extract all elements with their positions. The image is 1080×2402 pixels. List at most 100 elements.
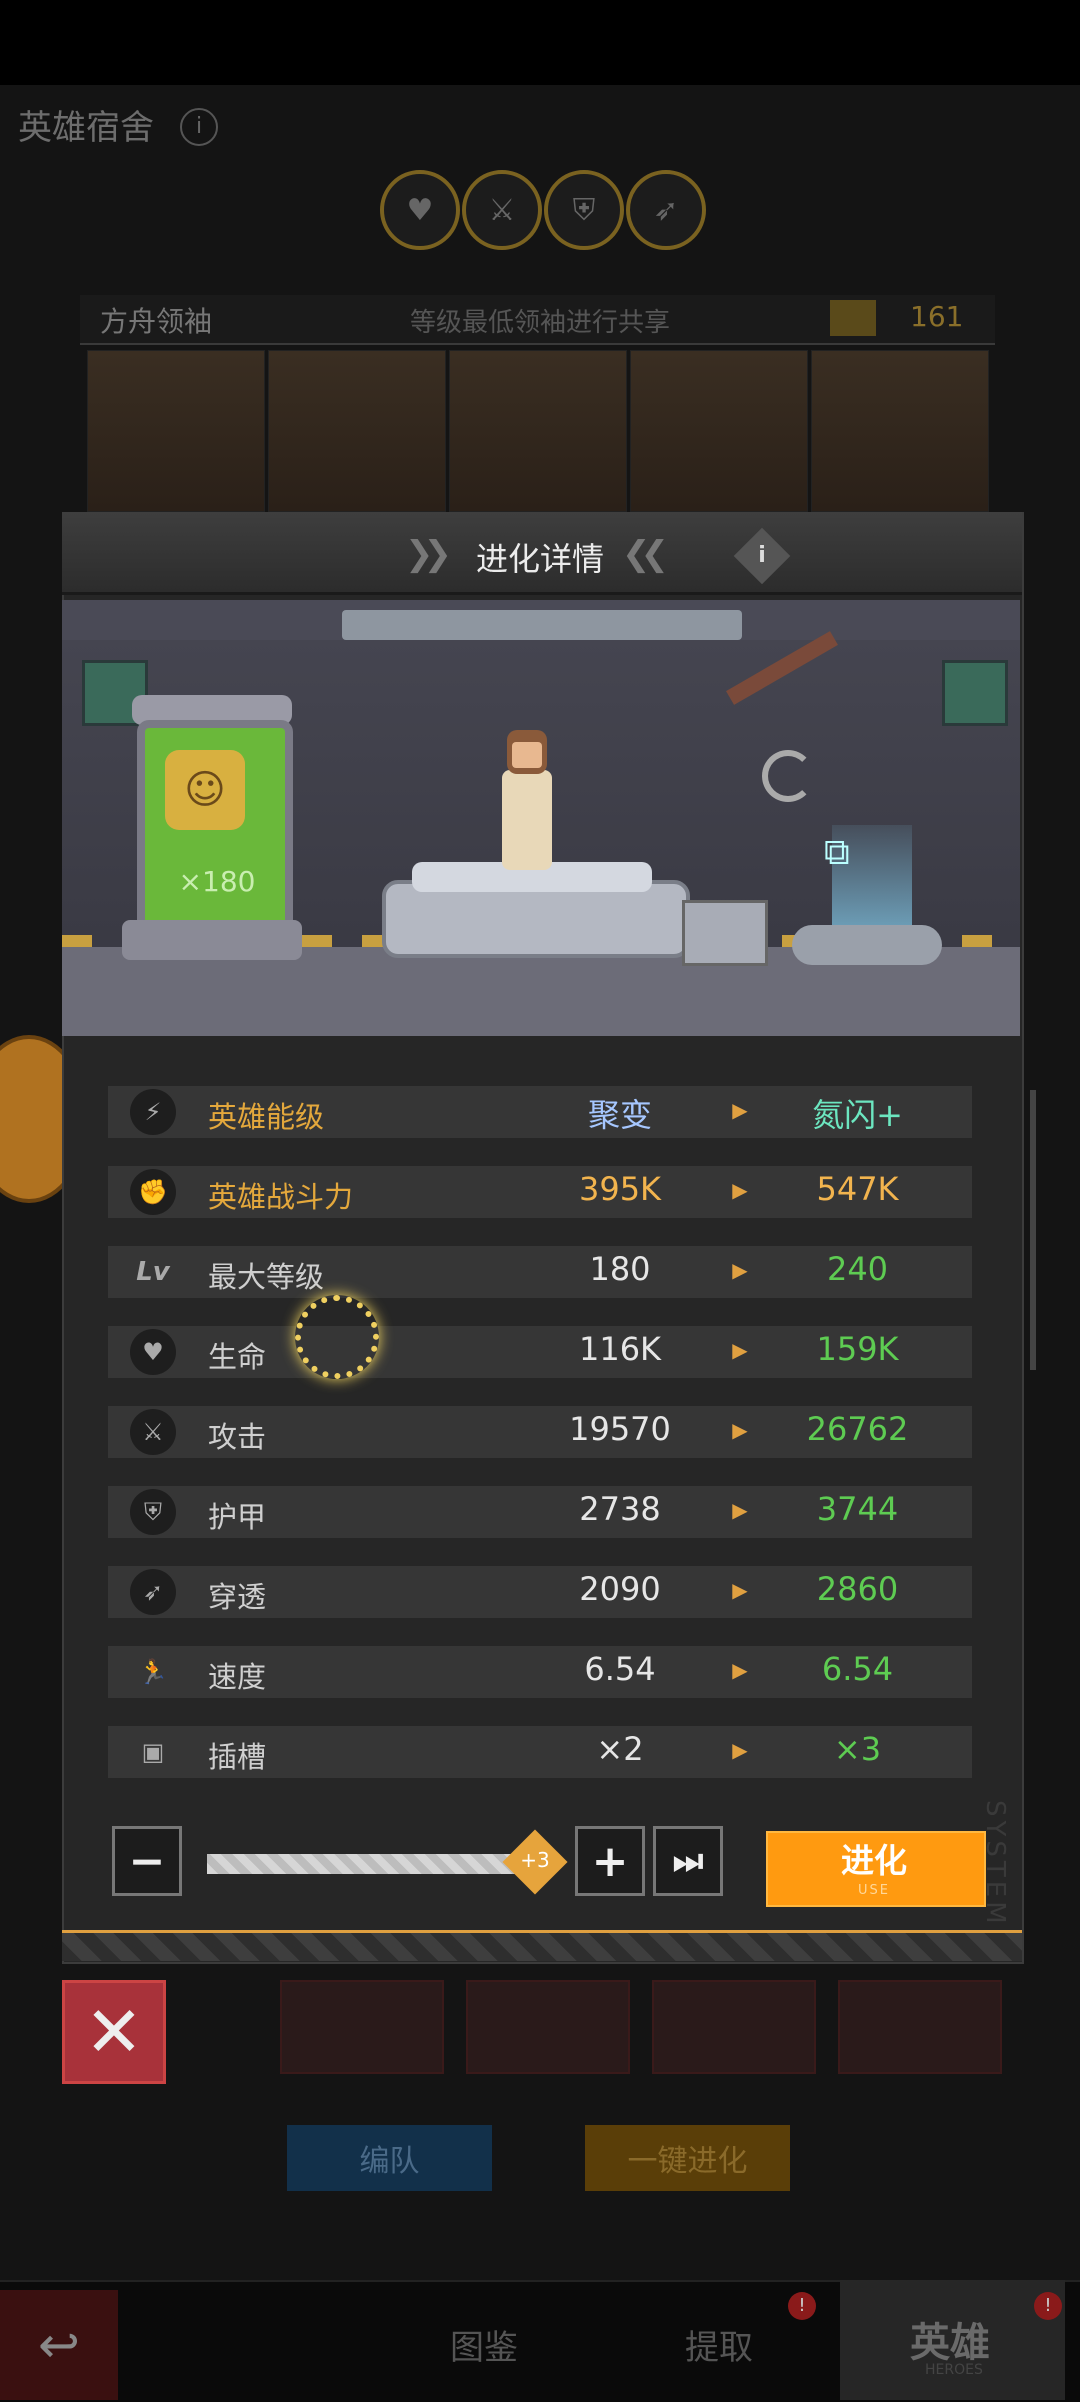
shield-icon: ⛨ (130, 1489, 176, 1535)
stat-next: 547K (816, 1170, 899, 1208)
chip-icon: ▣ (141, 1738, 165, 1766)
stat-next: 氮闪+ (812, 1096, 903, 1134)
stat-next: 3744 (816, 1490, 899, 1528)
shield-icon[interactable]: ⛨ (544, 170, 624, 250)
leader-hero-card[interactable] (449, 350, 627, 512)
nav-heroes-label: 英雄 (910, 2320, 990, 2366)
stat-label: 英雄战斗力 (208, 1180, 354, 1214)
stat-current: 116K (578, 1330, 662, 1368)
arrow-right-icon: ▶ (732, 1418, 748, 1442)
stat-current: 聚变 (587, 1096, 652, 1134)
level-icon: Lv (136, 1257, 170, 1287)
leader-description: 等级最低领袖进行共享 (410, 308, 671, 338)
sparkle-effect (295, 1295, 379, 1379)
evolve-button-label: 进化 (841, 1841, 907, 1880)
stat-label: 英雄能级 (208, 1100, 325, 1134)
increase-button[interactable]: + (575, 1826, 645, 1896)
modal-title: 进化详情 (475, 540, 604, 578)
nav-heroes-badge: ! (1034, 2292, 1062, 2320)
leader-hero-card[interactable] (268, 350, 446, 512)
arrow-right-icon: ▶ (732, 1738, 748, 1762)
arrow-right-icon: ▶ (732, 1338, 748, 1362)
stat-label: 最大等级 (208, 1260, 325, 1294)
stat-current: 19570 (569, 1410, 671, 1448)
hero-slot[interactable] (280, 1980, 444, 2074)
heart-icon: ♥ (130, 1329, 176, 1375)
max-button[interactable]: ⏭ (653, 1826, 723, 1896)
lightning-icon: ⚡ (130, 1089, 176, 1135)
stat-next: 26762 (806, 1410, 909, 1448)
status-bar (0, 0, 1080, 85)
leader-level-value: 161 (910, 300, 964, 333)
nav-heroes-sublabel: HEROES (925, 2362, 983, 2378)
nav-codex[interactable]: 图鉴 (450, 2320, 518, 2369)
arrow-right-icon: ▶ (732, 1498, 748, 1522)
stat-current: 180 (589, 1250, 651, 1288)
run-icon: 🏃 (138, 1658, 168, 1686)
leader-level-icon (830, 300, 876, 336)
evolution-scene: ☺ ×180 ⧉ (62, 600, 1020, 1036)
modal-info-icon[interactable]: i (733, 527, 791, 585)
chevron-left-icon: ❮❮ (622, 534, 669, 574)
arrow-right-icon: ▶ (732, 1578, 748, 1602)
stat-label: 速度 (208, 1660, 267, 1694)
hologram-base (792, 925, 942, 965)
team-button[interactable]: 编队 (287, 2125, 492, 2191)
nav-extract[interactable]: 提取 (685, 2320, 753, 2369)
hero-slot[interactable] (652, 1980, 816, 2074)
stat-label: 攻击 (208, 1420, 267, 1454)
leader-label: 方舟领袖 (100, 305, 213, 338)
stat-next: 240 (826, 1250, 889, 1288)
stat-label: 穿透 (208, 1580, 267, 1614)
tube-base (122, 920, 302, 960)
slider-value-label: +3 (520, 1848, 550, 1872)
auto-evolve-button[interactable]: 一键进化 (585, 2125, 790, 2191)
sword-icon[interactable]: ⚔ (462, 170, 542, 250)
heart-icon[interactable]: ♥ (380, 170, 460, 250)
stats-scrollbar[interactable] (1030, 1090, 1036, 1370)
robot-claw (762, 750, 814, 802)
modal-bottom-stripe (62, 1930, 1022, 1961)
decrease-button[interactable]: − (112, 1826, 182, 1896)
stat-next: 2860 (816, 1570, 899, 1608)
stat-next: 159K (816, 1330, 899, 1368)
stat-label: 生命 (208, 1340, 267, 1374)
evolve-button-sublabel: USE (858, 1883, 890, 1898)
slider-fill (207, 1854, 527, 1874)
stat-label: 护甲 (208, 1500, 267, 1534)
arrow-right-icon: ▶ (732, 1178, 748, 1202)
stat-current: ×2 (596, 1730, 644, 1768)
hero-shard-icon: ☺ (165, 750, 245, 830)
pierce-icon: ➶ (130, 1569, 176, 1615)
hero-sprite-face (512, 742, 542, 768)
hero-slot[interactable] (466, 1980, 630, 2074)
scene-console (682, 900, 768, 966)
leader-hero-card[interactable] (811, 350, 989, 512)
arrow-right-icon: ▶ (732, 1658, 748, 1682)
stat-current: 2090 (579, 1570, 661, 1608)
hero-sprite-body (502, 770, 552, 870)
page-title: 英雄宿舍 (18, 108, 154, 148)
leader-hero-card[interactable] (630, 350, 808, 512)
sword-icon: ⚔ (130, 1409, 176, 1455)
leader-hero-card[interactable] (87, 350, 265, 512)
fist-icon: ✊ (130, 1169, 176, 1215)
system-watermark: SYSTEM (980, 1800, 1010, 1928)
arrow-right-icon: ▶ (732, 1258, 748, 1282)
stat-current: 395K (578, 1170, 662, 1208)
arrow-right-icon: ▶ (732, 1098, 748, 1122)
stat-label: 插槽 (208, 1740, 267, 1774)
stat-next: 6.54 (821, 1650, 894, 1688)
stat-next: ×3 (833, 1730, 882, 1768)
pierce-icon[interactable]: ➶ (626, 170, 706, 250)
nav-extract-badge: ! (788, 2292, 816, 2320)
stat-current: 2738 (579, 1490, 661, 1528)
page-info-icon[interactable]: i (180, 108, 218, 146)
material-count: ×180 (178, 865, 256, 898)
hologram-icon: ⧉ (824, 832, 850, 873)
scene-wall-panel (942, 660, 1008, 726)
stat-current: 6.54 (584, 1650, 656, 1688)
back-icon[interactable]: ↩ (0, 2290, 118, 2400)
hero-slot[interactable] (838, 1980, 1002, 2074)
close-button[interactable]: ✕ (62, 1980, 166, 2084)
